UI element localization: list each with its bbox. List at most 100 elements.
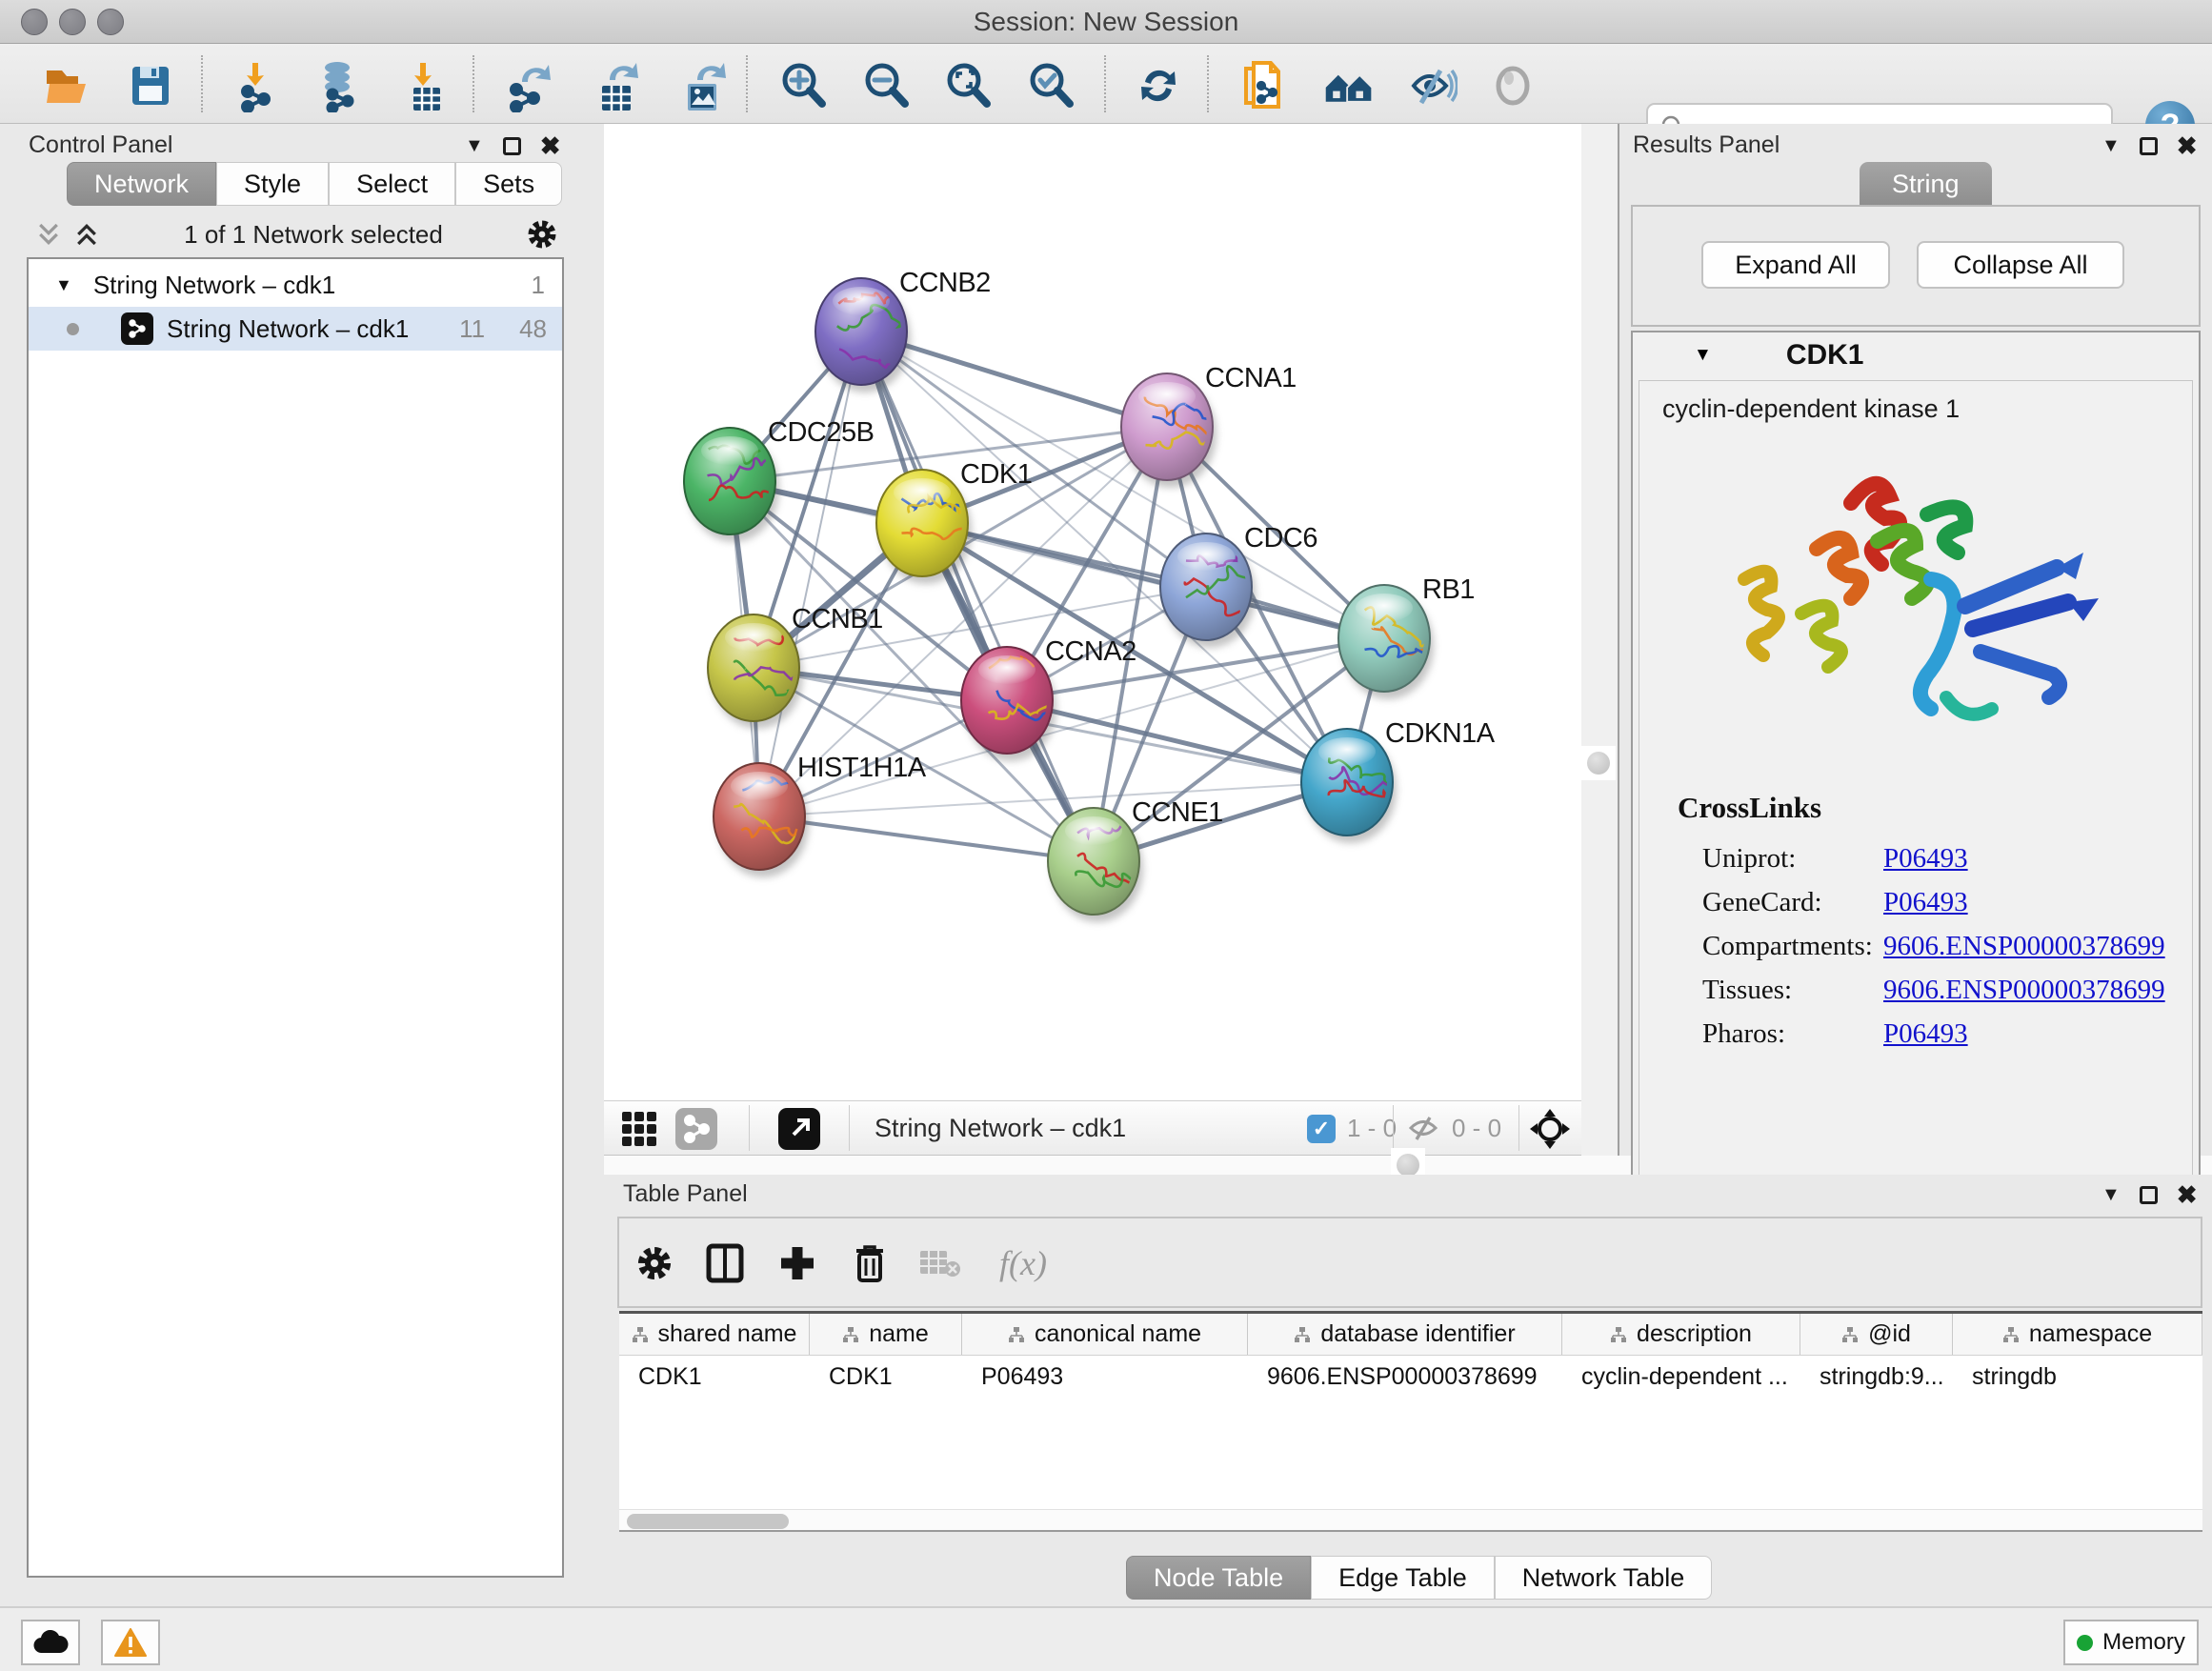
table-cell[interactable]: stringdb:9... [1800,1356,1953,1398]
import-network-from-file-icon[interactable] [232,59,286,112]
network-view-toolbar: String Network – cdk1 ✓ 1 - 0 0 - 0 [604,1100,1581,1156]
tab-network-table[interactable]: Network Table [1495,1556,1713,1600]
memory-status-dot [2077,1635,2093,1651]
column-header[interactable]: @id [1800,1314,1953,1355]
export-network-icon[interactable] [503,59,556,112]
panel-close-icon[interactable]: ✖ [2177,1180,2198,1210]
panel-close-icon[interactable]: ✖ [2177,131,2198,161]
column-header[interactable]: namespace [1953,1314,2202,1355]
string-home-icon[interactable] [1322,59,1376,112]
export-table-icon[interactable] [591,59,644,112]
crosslink-link[interactable]: P06493 [1883,887,1968,918]
share-network-icon[interactable] [674,1107,718,1151]
launch-view-icon[interactable] [777,1107,821,1151]
import-network-from-database-icon[interactable] [312,59,366,112]
column-header[interactable]: shared name [619,1314,810,1355]
table-cell[interactable]: stringdb [1953,1356,2202,1398]
control-panel-tabs: Network Style Select Sets [67,162,562,206]
pan-crosshair-icon[interactable] [1528,1107,1572,1151]
table-gear-icon[interactable] [631,1239,678,1287]
node-label: CDC6 [1244,523,1317,554]
eye-slash-icon[interactable] [1404,59,1458,112]
zoom-fit-icon[interactable] [943,59,996,112]
show-columns-icon[interactable] [701,1239,749,1287]
collapse-all-button[interactable]: Collapse All [1917,241,2124,289]
panel-float-icon[interactable] [2140,137,2158,155]
table-cell[interactable]: cyclin-dependent ... [1562,1356,1800,1398]
warnings-button[interactable] [101,1620,160,1665]
crosslink-link[interactable]: P06493 [1883,843,1968,875]
panel-float-icon[interactable] [2140,1186,2158,1204]
column-header[interactable]: database identifier [1248,1314,1562,1355]
selected-checkbox-icon[interactable]: ✓ [1307,1115,1336,1143]
vertical-splitter[interactable] [1581,124,1619,1156]
save-session-icon[interactable] [124,59,177,112]
tab-style[interactable]: Style [216,162,329,206]
tab-edge-table[interactable]: Edge Table [1311,1556,1495,1600]
string-network-icon [121,312,153,345]
add-column-icon[interactable] [774,1239,821,1287]
panel-menu-icon[interactable]: ▼ [2101,135,2121,157]
panel-menu-icon[interactable]: ▼ [465,135,484,157]
column-header[interactable]: name [810,1314,962,1355]
network-row[interactable]: String Network – cdk1 11 48 [29,307,562,351]
network-selection-status: 1 of 1 Network selected [101,220,526,250]
scrollbar-thumb[interactable] [627,1514,789,1529]
table-row[interactable]: CDK1CDK1P064939606.ENSP00000378699cyclin… [619,1356,2202,1398]
crosslink-link[interactable]: 9606.ENSP00000378699 [1883,931,2165,962]
collapse-triangle-icon[interactable]: ▼ [55,275,72,295]
tab-node-table[interactable]: Node Table [1126,1556,1311,1600]
birdseye-grid-icon[interactable] [617,1107,661,1151]
node-label: CCNB2 [899,268,991,298]
zoom-in-icon[interactable] [778,59,832,112]
table-hscrollbar[interactable] [619,1509,2202,1532]
collection-label: String Network – cdk1 [93,271,335,300]
tab-sets[interactable]: Sets [455,162,562,206]
gear-icon[interactable] [526,218,558,251]
expand-all-button[interactable]: Expand All [1701,241,1890,289]
node-label: CCNA1 [1205,363,1297,393]
crosslinks-heading: CrossLinks [1678,791,1821,825]
duplicate-network-icon[interactable] [1238,59,1292,112]
column-header[interactable]: description [1562,1314,1800,1355]
table-cell[interactable]: 9606.ENSP00000378699 [1248,1356,1562,1398]
zoom-out-icon[interactable] [861,59,915,112]
panel-menu-icon[interactable]: ▼ [2101,1184,2121,1206]
column-header[interactable]: canonical name [962,1314,1248,1355]
network-edge[interactable] [759,816,1094,861]
export-image-icon[interactable] [676,59,730,112]
crosslink-link[interactable]: P06493 [1883,1018,1968,1050]
table-cell[interactable]: CDK1 [619,1356,810,1398]
chevron-double-up-icon[interactable] [72,220,101,249]
splitter-grip[interactable] [1581,746,1616,780]
table-cell[interactable]: P06493 [962,1356,1248,1398]
panel-float-icon[interactable] [503,137,521,155]
column-header-label: description [1637,1320,1752,1348]
tab-network[interactable]: Network [67,162,216,206]
tab-select[interactable]: Select [329,162,455,206]
tab-string[interactable]: String [1860,162,1992,206]
zoom-selected-icon[interactable] [1026,59,1079,112]
network-collection-row[interactable]: ▼ String Network – cdk1 1 [29,263,562,307]
gene-detail-card: cyclin-dependent kinase 1 [1639,380,2193,1228]
gene-collapse-triangle-icon[interactable]: ▼ [1694,345,1712,366]
cloud-button[interactable] [21,1620,80,1665]
refresh-layout-icon[interactable] [1132,59,1185,112]
separator [1518,1105,1519,1151]
results-panel: Results Panel ▼ ✖ String Expand All Coll… [1619,124,2212,1156]
delete-column-icon[interactable] [846,1239,894,1287]
warning-icon [114,1628,147,1657]
panel-close-icon[interactable]: ✖ [540,131,561,161]
table-cell[interactable]: CDK1 [810,1356,962,1398]
memory-button[interactable]: Memory [2063,1620,2199,1665]
open-session-icon[interactable] [40,59,93,112]
network-list: ▼ String Network – cdk1 1 String Network… [27,257,564,1578]
chevron-double-down-icon[interactable] [34,220,63,249]
node-label: CCNE1 [1132,797,1223,828]
network-canvas[interactable]: CCNB2CCNA1CDC25BCDK1CDC6RB1CCNB1CCNA2CDK… [604,124,1581,1100]
crosslink-row: GeneCard:P06493 [1702,880,2179,924]
import-table-from-file-icon[interactable] [400,59,453,112]
crosslink-link[interactable]: 9606.ENSP00000378699 [1883,975,2165,1006]
eye-icon [1486,59,1539,112]
protein-structure-image [1702,431,2102,783]
